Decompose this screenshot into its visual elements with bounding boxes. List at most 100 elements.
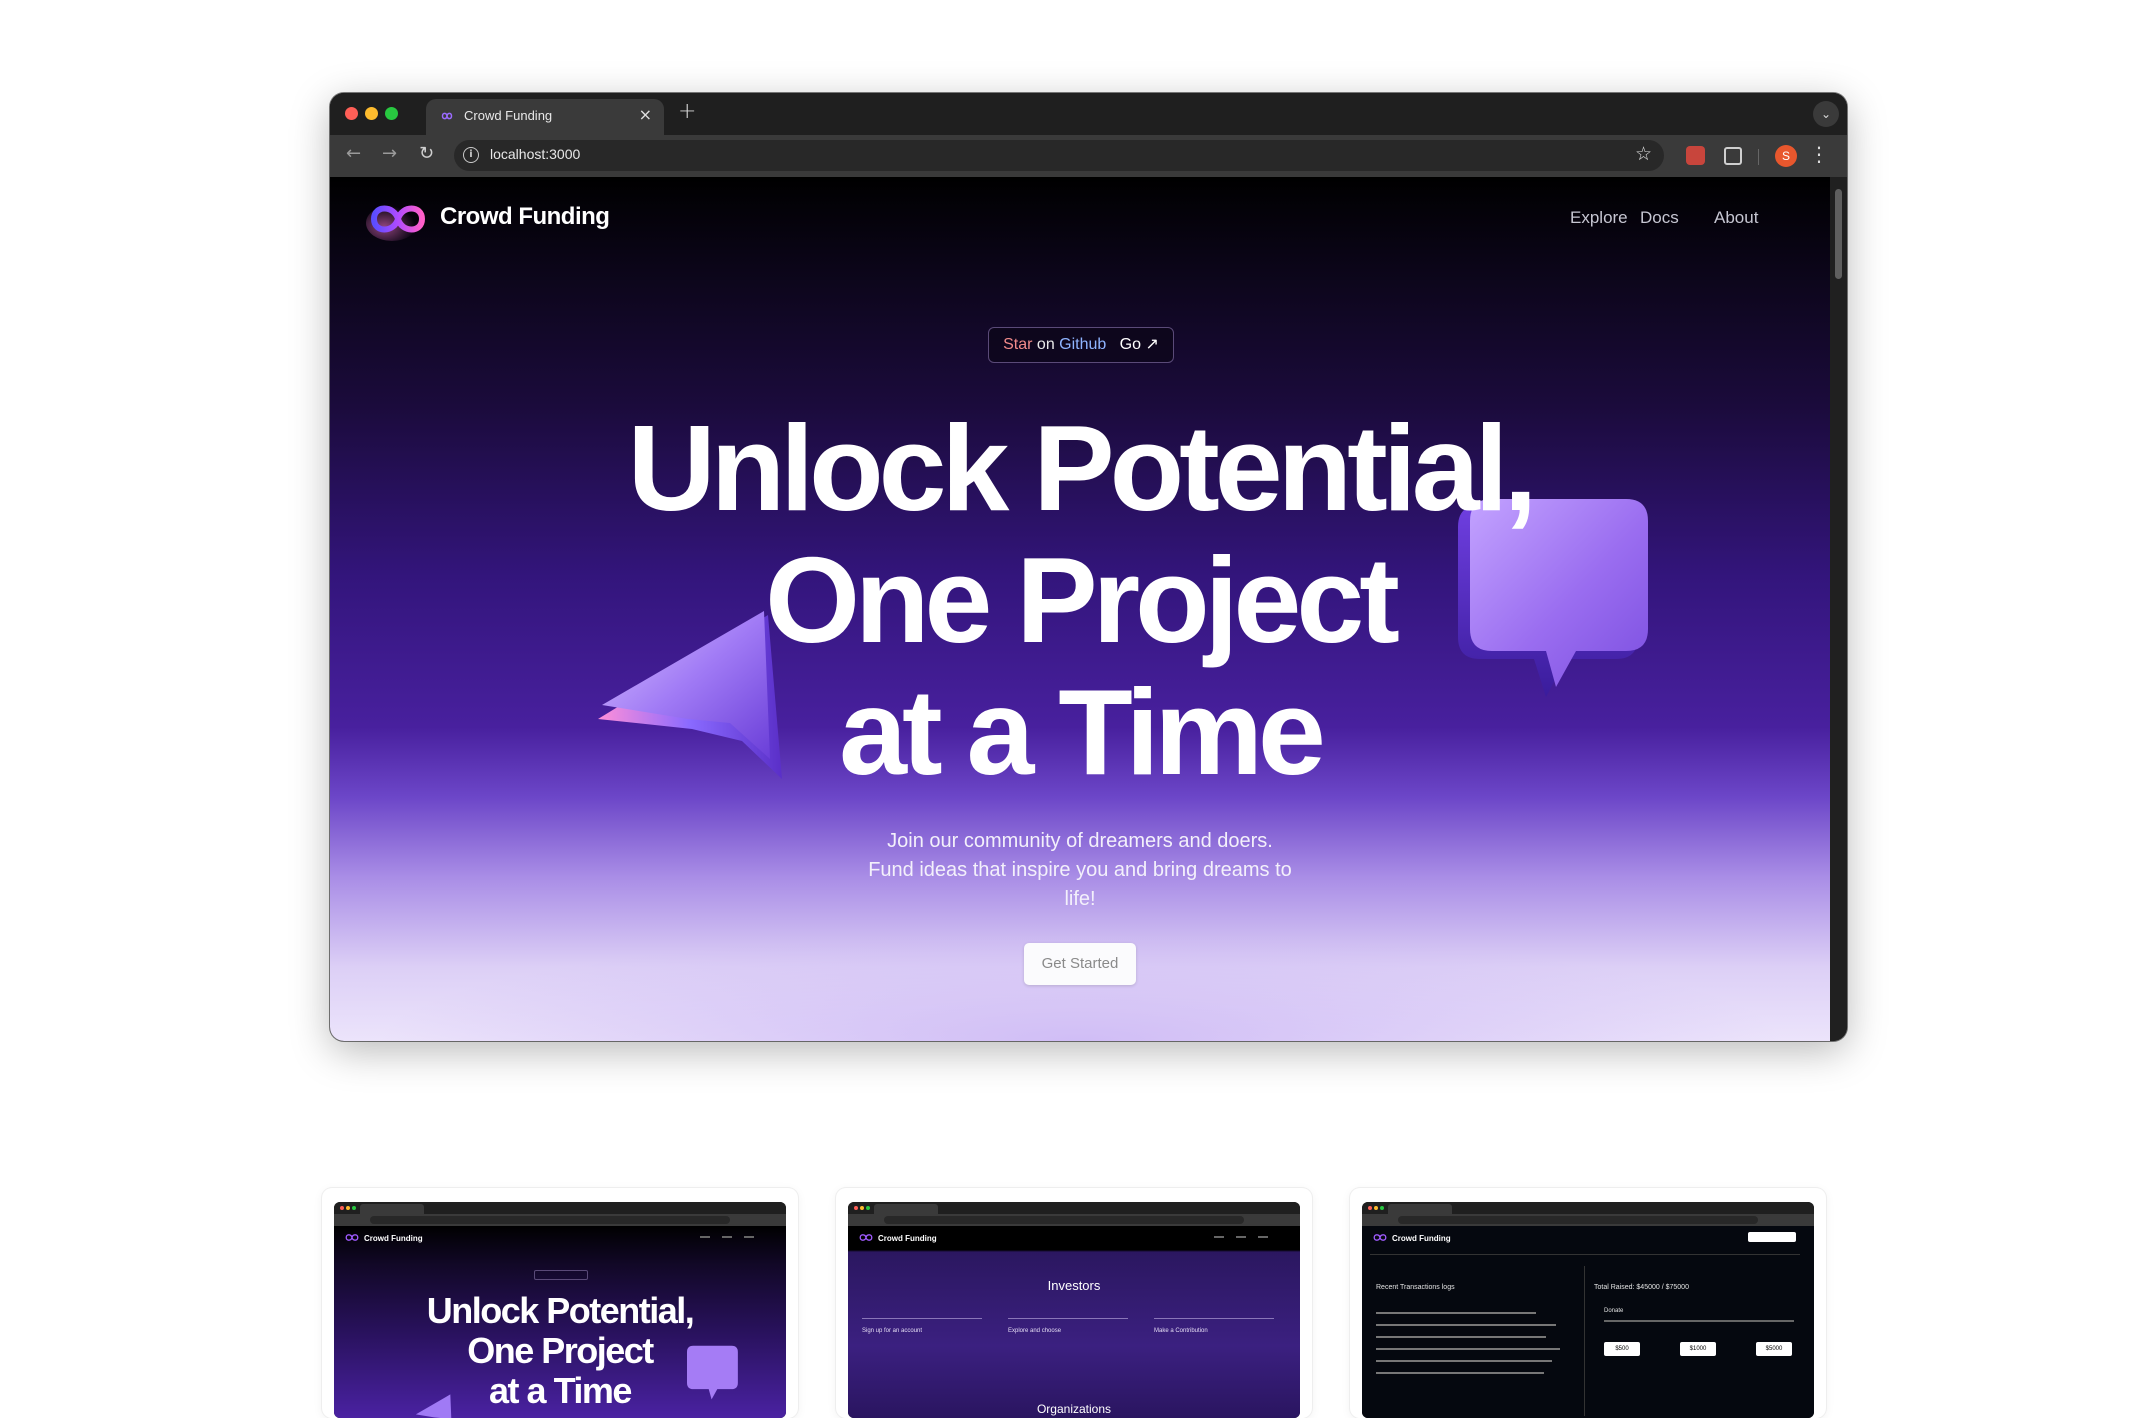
back-arrow-icon[interactable]: ← [346, 143, 361, 164]
thumbnail-logs-heading: Recent Transactions logs [1376, 1284, 1455, 1291]
column-title: Sign up for an account [862, 1328, 923, 1334]
thumbnail-tab-strip [334, 1202, 786, 1214]
thumbnail-omnibox [370, 1216, 730, 1224]
browser-tab-active[interactable]: Crowd Funding × [426, 99, 664, 135]
thumbnail-toolbar [334, 1214, 786, 1226]
page-scrollbar[interactable] [1830, 177, 1847, 1041]
address-bar[interactable]: i localhost:3000 ☆ [454, 140, 1664, 171]
brand-name[interactable]: Crowd Funding [440, 203, 610, 231]
scrollbar-thumb[interactable] [1835, 189, 1842, 279]
thumbnail-amount-button: $1000 [1680, 1342, 1716, 1356]
thumbnail-amount-button: $500 [1604, 1342, 1640, 1356]
column-title: Make a Contribution [1154, 1328, 1208, 1334]
profile-avatar[interactable]: S [1775, 145, 1797, 167]
infinity-logo-icon [859, 1234, 873, 1241]
subtitle-line: life! [1064, 888, 1096, 910]
thumbnail-divider [1370, 1254, 1800, 1255]
thumbnail-viewport: Crowd Funding Investors Sign up for an a… [848, 1226, 1300, 1418]
traffic-dot [854, 1206, 858, 1210]
minimize-window-button[interactable] [365, 107, 378, 120]
thumbnail-github-badge [534, 1270, 588, 1280]
tab-title: Crowd Funding [464, 108, 553, 123]
reload-icon[interactable]: ↻ [419, 143, 434, 164]
thumbnail-log-line [1376, 1324, 1556, 1326]
column-title: Explore and choose [1008, 1328, 1062, 1334]
thumbnail-log-line [1376, 1312, 1536, 1314]
thumbnail-brand: Crowd Funding [364, 1234, 423, 1243]
site-info-icon[interactable]: i [463, 147, 479, 163]
browser-window: Crowd Funding × + ⌄ ← → ↻ i localhost:30… [330, 93, 1847, 1041]
traffic-dot [1368, 1206, 1372, 1210]
toolbar-divider [1758, 149, 1759, 165]
thumbnail-card[interactable]: Crowd Funding Unlock Potential, One Proj… [322, 1188, 798, 1418]
nav-explore[interactable]: Explore [1570, 208, 1628, 228]
nav-docs[interactable]: Docs [1640, 208, 1679, 228]
hero-line-1: Unlock Potential, [627, 400, 1538, 536]
thumbnail-amount-button: $5000 [1756, 1342, 1792, 1356]
thumbnail-total-raised: Total Raised: $45000 / $75000 [1594, 1284, 1689, 1291]
thumbnail-viewport: Crowd Funding Recent Transactions logs T… [1362, 1226, 1814, 1418]
thumbnail-connect-button [1748, 1232, 1796, 1242]
thumbnail-donate-text [1604, 1320, 1794, 1322]
kebab-menu-icon[interactable]: ⋮ [1809, 142, 1829, 166]
extension-icon[interactable] [1686, 146, 1705, 165]
subtitle-line: Join our community of dreamers and doers… [887, 830, 1273, 852]
badge-go-text: Go ↗ [1119, 336, 1159, 353]
thumbnail-brand: Crowd Funding [1392, 1234, 1451, 1243]
traffic-dot [346, 1206, 350, 1210]
thumbnail-hero-line: Unlock Potential, [426, 1290, 695, 1331]
tab-strip: Crowd Funding × + ⌄ [330, 93, 1847, 135]
forward-arrow-icon[interactable]: → [382, 143, 397, 164]
tab-search-chevron-icon[interactable]: ⌄ [1813, 101, 1839, 127]
maximize-window-button[interactable] [385, 107, 398, 120]
traffic-dot [866, 1206, 870, 1210]
infinity-logo-icon [345, 1234, 359, 1241]
thumbnail-tab-strip [848, 1202, 1300, 1214]
subtitle-line: Fund ideas that inspire you and bring dr… [868, 859, 1292, 881]
thumbnail-toolbar [1362, 1214, 1814, 1226]
puzzle-icon[interactable] [1724, 147, 1742, 165]
thumbnail-log-line [1376, 1336, 1546, 1338]
thumbnail-log-line [1376, 1360, 1552, 1362]
thumbnail-viewport: Crowd Funding Unlock Potential, One Proj… [334, 1226, 786, 1418]
new-tab-button[interactable]: + [678, 99, 696, 124]
thumbnail-tab-strip [1362, 1202, 1814, 1214]
thumbnail-nav [700, 1236, 760, 1238]
column-divider [1008, 1318, 1128, 1319]
hero-subtitle: Join our community of dreamers and doers… [830, 827, 1330, 914]
traffic-dot [352, 1206, 356, 1210]
thumbnail-donate-label: Donate [1604, 1308, 1624, 1314]
page-viewport: Crowd Funding Explore Docs About Star on… [330, 177, 1830, 1041]
badge-star-text: Star [1003, 336, 1033, 353]
infinity-logo-icon[interactable] [364, 197, 434, 241]
thumbnail-nav [1214, 1236, 1274, 1238]
thumbnail-toolbar [848, 1214, 1300, 1226]
thumbnail-window: Crowd Funding Unlock Potential, One Proj… [334, 1202, 786, 1418]
thumbnail-log-line [1376, 1372, 1544, 1374]
badge-github-text: Github [1059, 336, 1107, 353]
get-started-button[interactable]: Get Started [1024, 943, 1136, 985]
url-text: localhost:3000 [490, 146, 581, 162]
badge-on-text: on [1036, 336, 1055, 353]
thumbnail-omnibox [884, 1216, 1244, 1224]
infinity-logo-icon [1373, 1234, 1387, 1241]
github-star-badge[interactable]: Star on Github Go ↗ [988, 327, 1174, 363]
traffic-dot [1374, 1206, 1378, 1210]
browser-toolbar: ← → ↻ i localhost:3000 ☆ S ⋮ [330, 135, 1847, 177]
thumbnail-tab [874, 1204, 938, 1214]
thumbnail-card[interactable]: Crowd Funding Recent Transactions logs T… [1350, 1188, 1826, 1418]
thumbnail-card[interactable]: Crowd Funding Investors Sign up for an a… [836, 1188, 1312, 1418]
hero-line-3: at a Time [839, 664, 1326, 800]
close-window-button[interactable] [345, 107, 358, 120]
thumbnail-heading-investors: Investors [1047, 1278, 1101, 1293]
thumbnail-log-line [1376, 1348, 1560, 1350]
hero-line-2: One Project [765, 532, 1400, 668]
bookmark-star-icon[interactable]: ☆ [1635, 143, 1652, 165]
column-divider [1154, 1318, 1274, 1319]
infinity-logo-icon [441, 112, 453, 120]
close-tab-icon[interactable]: × [639, 105, 652, 124]
thumbnail-brand: Crowd Funding [878, 1234, 937, 1243]
thumbnail-divider [1584, 1266, 1585, 1416]
nav-about[interactable]: About [1714, 208, 1758, 228]
thumbnail-tab [1388, 1204, 1452, 1214]
